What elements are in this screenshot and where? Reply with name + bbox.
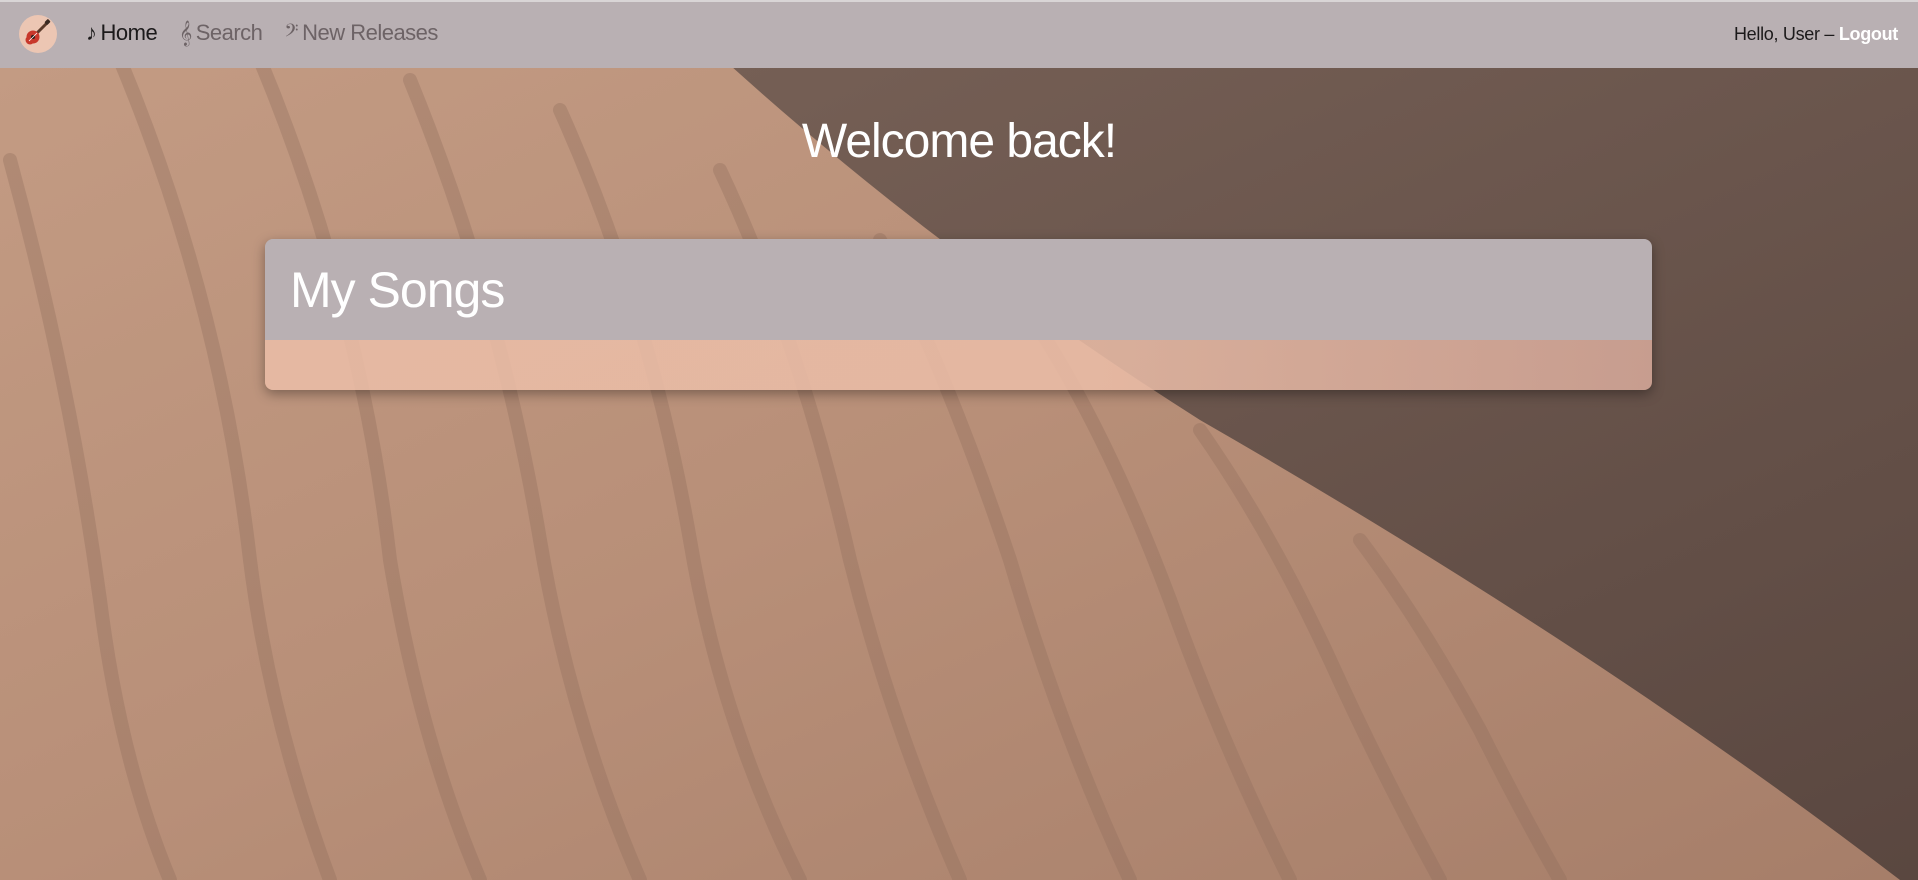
my-songs-title: My Songs xyxy=(290,261,505,318)
nav-link-new-releases-label: New Releases xyxy=(302,20,438,45)
nav-link-home-label: Home xyxy=(100,20,158,45)
nav-link-home[interactable]: ♪ Home xyxy=(86,18,158,48)
my-songs-card-header: My Songs xyxy=(265,239,1652,340)
my-songs-card: My Songs xyxy=(265,239,1652,390)
guitar-icon xyxy=(23,17,53,52)
nav-link-search-label: Search xyxy=(195,20,263,45)
nav-link-search[interactable]: 𝄞 Search xyxy=(179,18,263,48)
logout-link[interactable]: Logout xyxy=(1839,24,1898,44)
top-navbar: ♪ Home 𝄞 Search 𝄢 New Releases Hello, Us… xyxy=(0,0,1918,68)
nav-link-new-releases[interactable]: 𝄢 New Releases xyxy=(284,18,438,48)
user-area: Hello, User – Logout xyxy=(1734,22,1898,46)
my-songs-list xyxy=(265,340,1652,390)
welcome-heading: Welcome back! xyxy=(801,115,1117,168)
music-note-icon: ♪ xyxy=(86,20,97,45)
nav-links: ♪ Home 𝄞 Search 𝄢 New Releases xyxy=(86,18,438,48)
treble-clef-icon: 𝄞 xyxy=(179,20,192,45)
bass-clef-icon: 𝄢 xyxy=(284,20,299,45)
user-greeting: Hello, User – xyxy=(1733,24,1839,44)
logo[interactable] xyxy=(19,15,57,53)
